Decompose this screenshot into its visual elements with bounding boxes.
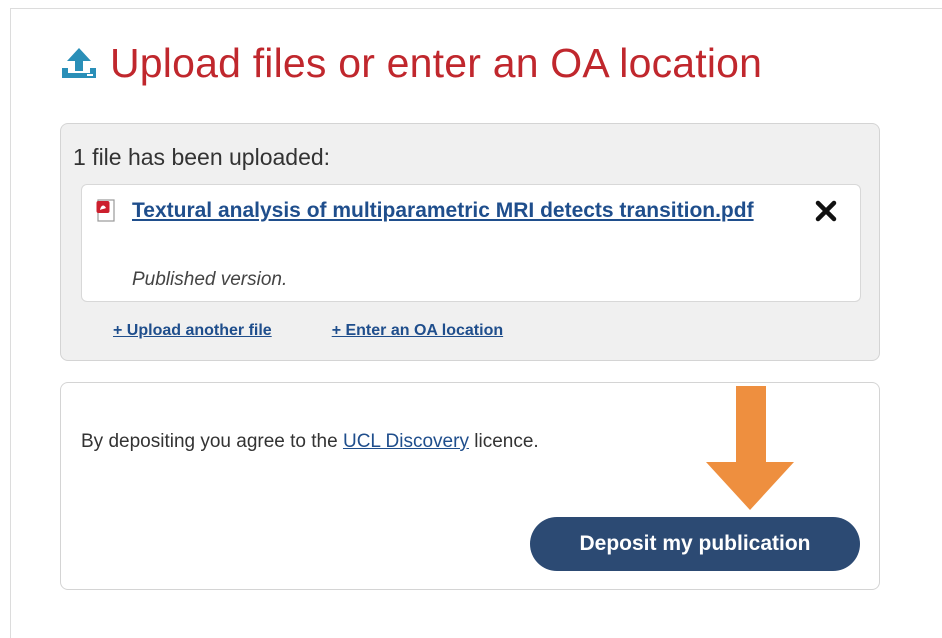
upload-panel: 1 file has been uploaded: Textural analy… [60, 123, 880, 361]
ucl-discovery-link[interactable]: UCL Discovery [343, 431, 469, 452]
upload-status: 1 file has been uploaded: [73, 144, 331, 170]
page-heading: Upload files or enter an OA location [58, 40, 762, 87]
upload-another-file-link[interactable]: + Upload another file [113, 322, 272, 340]
down-arrow-annotation-icon [706, 386, 794, 510]
page-title: Upload files or enter an OA location [110, 40, 763, 86]
upload-icon [58, 44, 100, 84]
licence-suffix: licence. [468, 431, 539, 452]
licence-prefix: By depositing you agree to the [81, 431, 343, 452]
uploaded-file-card: Textural analysis of multiparametric MRI… [81, 184, 861, 302]
close-icon[interactable] [814, 199, 838, 223]
file-version-label: Published version. [132, 269, 288, 290]
enter-oa-location-link[interactable]: + Enter an OA location [332, 322, 503, 340]
uploaded-file-link[interactable]: Textural analysis of multiparametric MRI… [132, 197, 772, 225]
pdf-icon [96, 199, 116, 223]
upload-actions: + Upload another file + Enter an OA loca… [113, 322, 503, 340]
deposit-button[interactable]: Deposit my publication [530, 517, 860, 571]
licence-statement: By depositing you agree to the UCL Disco… [81, 431, 539, 453]
